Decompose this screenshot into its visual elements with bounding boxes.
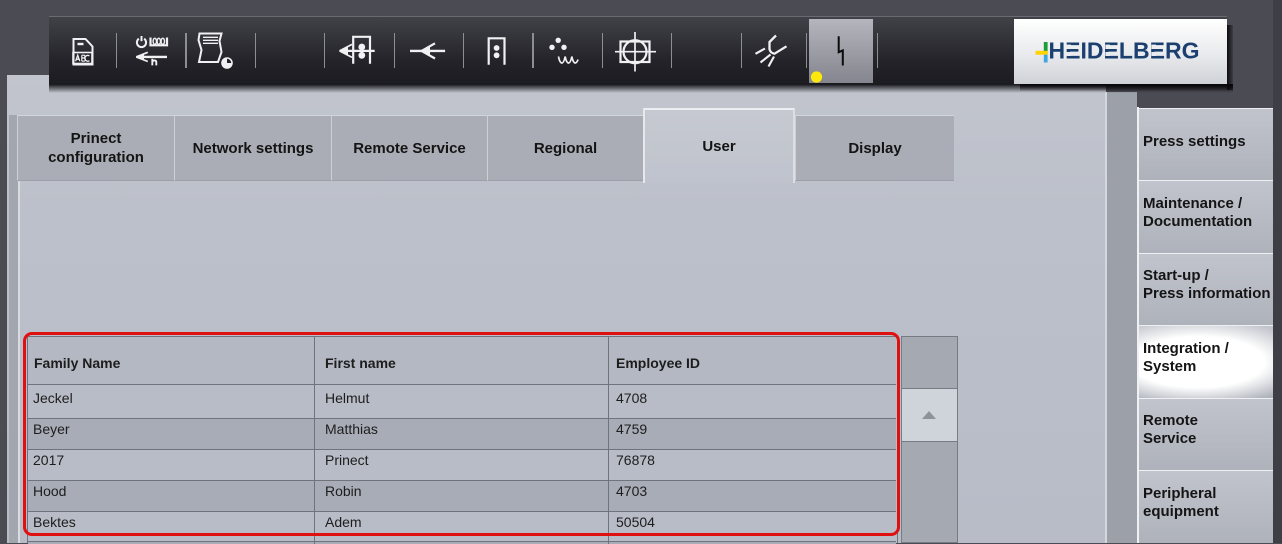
svg-text:HEIDELBERG: HEIDELBERG — [1049, 38, 1200, 64]
